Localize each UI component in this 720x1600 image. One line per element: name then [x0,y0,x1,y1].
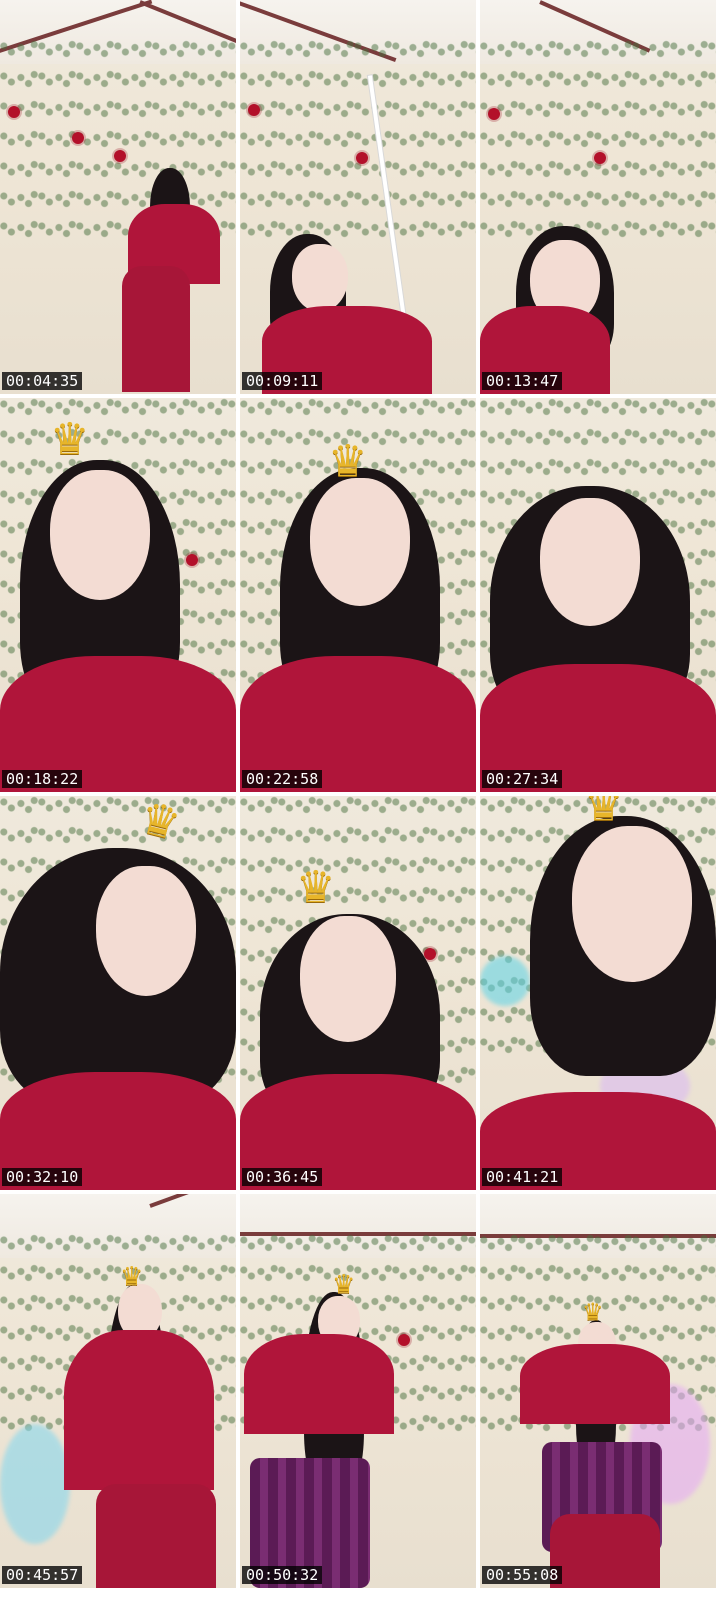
face [310,478,410,606]
timestamp-label: 00:22:58 [242,770,323,788]
video-frame-9[interactable]: ♛ 00:41:21 [480,796,716,1190]
rose-decoration [248,104,260,116]
light-effect [480,956,530,1006]
face [96,866,196,996]
face [50,470,150,600]
face [300,916,396,1042]
crown-filter-icon: ♛ [332,1270,356,1300]
video-frame-2[interactable]: 00:09:11 [240,0,476,394]
timestamp-label: 00:13:47 [482,372,563,390]
rose-decoration [594,152,606,164]
red-pants [122,266,190,392]
vine-decoration [240,40,476,240]
rose-decoration [72,132,84,144]
face [292,244,348,312]
rose-decoration [488,108,500,120]
video-frame-3[interactable]: 00:13:47 [480,0,716,394]
video-frame-7[interactable]: ♛ 00:32:10 [0,796,236,1190]
video-frame-11[interactable]: ♛ 00:50:32 [240,1194,476,1588]
video-frame-8[interactable]: ♛ 00:36:45 [240,796,476,1190]
timestamp-label: 00:36:45 [242,1168,323,1186]
video-frame-1[interactable]: 00:04:35 [0,0,236,394]
red-pants [96,1484,216,1588]
timestamp-label: 00:09:11 [242,372,323,390]
crown-filter-icon: ♛ [328,436,368,487]
timestamp-label: 00:27:34 [482,770,563,788]
timestamp-label: 00:04:35 [2,372,83,390]
crown-filter-icon: ♛ [582,1298,604,1326]
timestamp-label: 00:41:21 [482,1168,563,1186]
red-top [64,1330,214,1490]
rose-decoration [8,106,20,118]
timestamp-label: 00:45:57 [2,1566,83,1584]
rose-decoration [114,150,126,162]
video-frame-10[interactable]: ♛ 00:45:57 [0,1194,236,1588]
timestamp-label: 00:18:22 [2,770,83,788]
video-frame-4[interactable]: ♛ 00:18:22 [0,398,236,792]
rose-decoration [398,1334,410,1346]
crown-filter-icon: ♛ [584,796,624,831]
timestamp-label: 00:50:32 [242,1566,323,1584]
rose-decoration [424,948,436,960]
red-top [520,1344,670,1424]
vine-decoration [480,40,716,240]
video-frame-6[interactable]: 00:27:34 [480,398,716,792]
crown-filter-icon: ♛ [50,414,90,465]
rose-decoration [356,152,368,164]
face [572,826,692,982]
video-frame-12[interactable]: ♛ 00:55:08 [480,1194,716,1588]
timestamp-label: 00:55:08 [482,1566,563,1584]
red-top [244,1334,394,1434]
video-thumbnail-sheet: 00:04:35 00:09:11 00:13:47 ♛ 00:18:22 ♛ … [0,0,720,1600]
crown-filter-icon: ♛ [120,1262,144,1292]
light-effect [0,1424,70,1544]
video-frame-5[interactable]: ♛ 00:22:58 [240,398,476,792]
face [540,498,640,626]
rose-decoration [186,554,198,566]
crown-filter-icon: ♛ [296,862,336,913]
red-pants [550,1514,660,1588]
timestamp-label: 00:32:10 [2,1168,83,1186]
